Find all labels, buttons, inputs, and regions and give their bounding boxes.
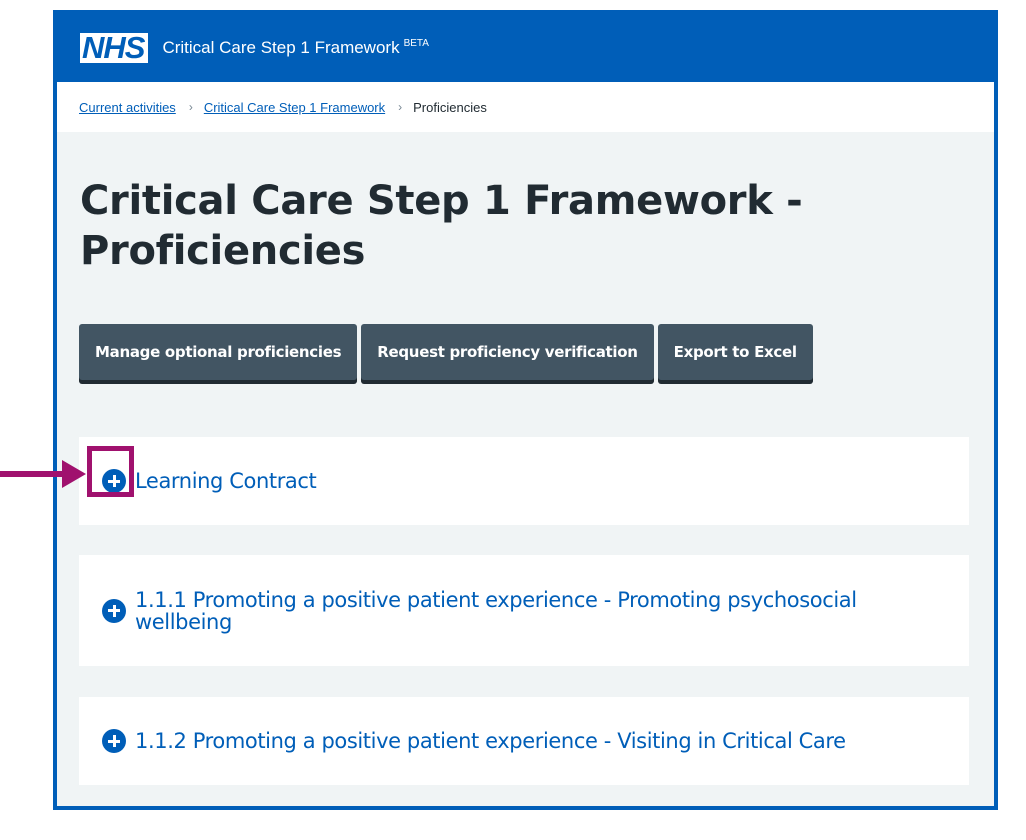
request-verification-button[interactable]: Request proficiency verification: [361, 324, 654, 380]
breadcrumb-link-framework[interactable]: Critical Care Step 1 Framework: [204, 100, 385, 115]
nhs-logo[interactable]: NHS: [80, 32, 149, 63]
arrow-right-icon: [62, 460, 86, 488]
app-window: NHS Critical Care Step 1 Framework BETA C…: [53, 10, 998, 810]
action-buttons: Manage optional proficiencies Request pr…: [79, 324, 817, 380]
site-header: NHS Critical Care Step 1 Framework BETA: [57, 14, 994, 82]
section-learning-contract[interactable]: Learning Contract: [79, 437, 969, 525]
breadcrumb: Current activities › Critical Care Step …: [57, 82, 994, 132]
section-1-1-2[interactable]: 1.1.2 Promoting a positive patient exper…: [79, 697, 969, 785]
breadcrumb-link-current-activities[interactable]: Current activities: [79, 100, 176, 115]
section-title[interactable]: 1.1.2 Promoting a positive patient exper…: [135, 730, 846, 752]
section-1-1-1[interactable]: 1.1.1 Promoting a positive patient exper…: [79, 555, 969, 666]
plus-circle-icon[interactable]: [102, 598, 126, 623]
section-title[interactable]: Learning Contract: [135, 470, 317, 492]
plus-circle-icon[interactable]: [102, 729, 126, 753]
breadcrumb-current: Proficiencies: [413, 99, 487, 115]
breadcrumb-separator-icon: ›: [398, 100, 403, 114]
section-title[interactable]: 1.1.1 Promoting a positive patient exper…: [135, 589, 895, 633]
service-name[interactable]: Critical Care Step 1 Framework BETA: [162, 38, 429, 58]
annotation-arrow-shaft: [0, 471, 66, 477]
breadcrumb-separator-icon: ›: [188, 100, 193, 114]
annotation-highlight-box: [87, 446, 134, 497]
manage-optional-proficiencies-button[interactable]: Manage optional proficiencies: [79, 324, 358, 380]
export-to-excel-button[interactable]: Export to Excel: [657, 324, 813, 380]
service-name-text[interactable]: Critical Care Step 1 Framework: [162, 38, 399, 57]
page-title: Critical Care Step 1 Framework - Profici…: [80, 178, 803, 274]
beta-tag: BETA: [403, 38, 429, 50]
